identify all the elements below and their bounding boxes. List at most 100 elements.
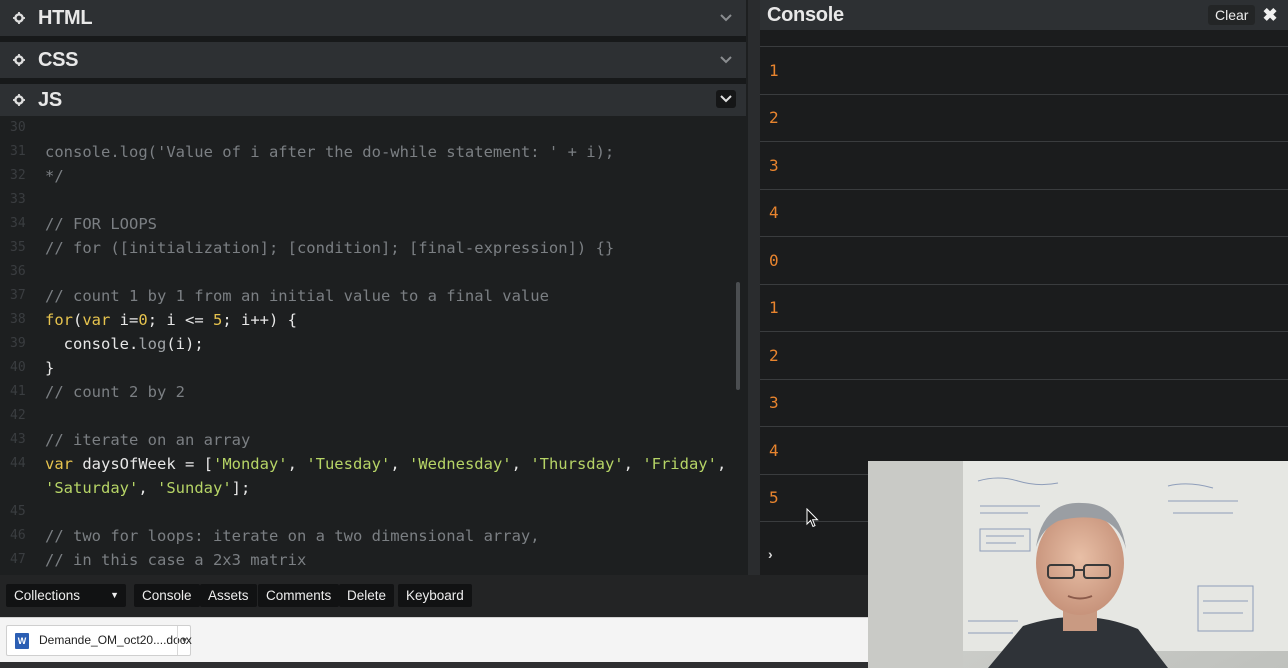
download-item[interactable]: W Demande_OM_oct20....docx ▼ — [6, 625, 192, 656]
code-text: var daysOfWeek = ['Monday', 'Tuesday', '… — [45, 452, 726, 476]
console-prompt[interactable]: › — [768, 546, 773, 562]
line-number: 38 — [10, 312, 26, 327]
code-token: ; i <= — [147, 311, 214, 329]
code-token: */ — [45, 167, 64, 185]
bottom-toolbar: Collections ▼ Console Assets Comments De… — [0, 575, 868, 617]
mouse-pointer-icon — [806, 508, 819, 528]
code-token: 'Friday' — [642, 455, 717, 473]
collections-label: Collections — [14, 588, 81, 603]
chevron-down-icon[interactable] — [716, 51, 736, 69]
code-line[interactable]: 41 // count 2 by 2 — [0, 380, 746, 404]
code-token: i= — [110, 311, 139, 329]
panel-title: CSS — [38, 48, 79, 71]
line-number: 42 — [10, 408, 26, 423]
code-token: 'Sunday' — [157, 479, 232, 497]
code-line[interactable]: 47 // in this case a 2x3 matrix — [0, 548, 746, 572]
line-number: 43 — [10, 432, 26, 447]
line-number: 41 — [10, 384, 26, 399]
code-line[interactable]: 'Saturday', 'Sunday']; — [0, 476, 746, 500]
code-token: 'Tuesday' — [306, 455, 391, 473]
js-panel-header[interactable]: JS — [0, 84, 746, 116]
code-token: (i); — [166, 335, 204, 353]
code-line[interactable]: 38 for(var i=0; i <= 5; i++) { — [0, 308, 746, 332]
code-text: // for ([initialization]; [condition]; [… — [45, 236, 614, 260]
code-text: for(var i=0; i <= 5; i++) { — [45, 308, 297, 332]
code-token: daysOfWeek = [ — [73, 455, 213, 473]
line-number: 44 — [10, 456, 26, 471]
line-number: 45 — [10, 504, 26, 519]
panel-title: JS — [38, 88, 62, 111]
code-line[interactable]: 42 — [0, 404, 746, 428]
resize-handle[interactable] — [748, 0, 760, 575]
console-output-value: 0 — [769, 250, 779, 270]
code-token: // in this case a 2x3 matrix — [45, 551, 307, 569]
editor-scrollbar[interactable] — [736, 282, 740, 390]
word-document-icon: W — [15, 633, 29, 649]
comments-button[interactable]: Comments — [258, 584, 340, 607]
code-line[interactable]: 36 — [0, 260, 746, 284]
console-output-row: 1 — [760, 284, 1288, 332]
code-text: console.log('Value of i after the do-whi… — [45, 140, 614, 164]
code-token: 5 — [213, 311, 223, 329]
assets-button[interactable]: Assets — [200, 584, 257, 607]
console-title: Console — [767, 4, 844, 26]
delete-button[interactable]: Delete — [339, 584, 395, 607]
code-text: 'Saturday', 'Sunday']; — [45, 476, 250, 500]
code-line[interactable]: 31 console.log('Value of i after the do-w… — [0, 140, 746, 164]
console-output-row: 1 — [760, 47, 1288, 95]
caret-down-icon[interactable]: ▼ — [177, 626, 191, 655]
code-line[interactable]: 37 // count 1 by 1 from an initial value … — [0, 284, 746, 308]
code-line[interactable]: 32 */ — [0, 164, 746, 188]
code-line[interactable]: 40} — [0, 356, 746, 380]
code-text: console.log(i); — [45, 332, 204, 356]
console-button[interactable]: Console — [134, 584, 200, 607]
code-line[interactable]: 34 // FOR LOOPS — [0, 212, 746, 236]
code-token: 'Thursday' — [530, 455, 624, 473]
close-icon[interactable]: ✖ — [1260, 4, 1280, 26]
collections-dropdown[interactable]: Collections ▼ — [6, 584, 126, 607]
line-number: 37 — [10, 288, 26, 303]
code-line[interactable]: 39 console.log(i); — [0, 332, 746, 356]
code-text: // FOR LOOPS — [45, 212, 157, 236]
code-line[interactable]: 44 var daysOfWeek = ['Monday', 'Tuesday',… — [0, 452, 746, 476]
code-line[interactable]: 33 — [0, 188, 746, 212]
chevron-down-icon[interactable] — [716, 9, 736, 27]
code-line[interactable]: 45 — [0, 500, 746, 524]
gear-icon[interactable] — [12, 53, 26, 67]
line-number: 30 — [10, 120, 26, 135]
line-number: 40 — [10, 360, 26, 375]
code-line[interactable]: 35 // for ([initialization]; [condition];… — [0, 236, 746, 260]
console-output-row: 2 — [760, 332, 1288, 380]
chevron-down-icon[interactable] — [716, 90, 736, 108]
line-number: 32 — [10, 168, 26, 183]
js-code-editor[interactable]: 30 31 console.log('Value of i after the do… — [0, 116, 746, 575]
gear-icon[interactable] — [12, 93, 26, 107]
codepen-window: HTML CSS JS 30 31 console.log('Value of … — [0, 0, 1288, 668]
webcam-video — [868, 461, 1288, 668]
console-header: Console Clear ✖ — [760, 0, 1288, 30]
code-token: , — [511, 455, 531, 473]
gear-icon[interactable] — [12, 11, 26, 25]
keyboard-button[interactable]: Keyboard — [398, 584, 472, 607]
console-output-value: 2 — [769, 108, 779, 127]
clear-button[interactable]: Clear — [1208, 5, 1256, 25]
code-token: console.log('Value of i after the do-whi… — [45, 143, 615, 161]
code-token: 'Monday' — [212, 455, 288, 473]
code-line[interactable]: 43 // iterate on an array — [0, 428, 746, 452]
code-token: // count 2 by 2 — [45, 383, 185, 401]
code-token: console. — [45, 335, 139, 353]
code-token: , — [716, 455, 727, 473]
code-line[interactable]: 30 — [0, 116, 746, 140]
line-number: 31 — [10, 144, 26, 159]
code-token: // for ([initialization]; [condition]; [… — [45, 239, 615, 257]
code-line[interactable]: 46 // two for loops: iterate on a two dim… — [0, 524, 746, 548]
css-panel-header[interactable]: CSS — [0, 42, 746, 78]
caret-down-icon: ▼ — [110, 590, 119, 600]
code-token: log — [138, 335, 167, 353]
code-token: // iterate on an array — [45, 431, 251, 449]
html-panel-header[interactable]: HTML — [0, 0, 746, 36]
console-output-value: 4 — [769, 440, 779, 460]
console-output-row: 2 — [760, 94, 1288, 142]
console-output-value: 2 — [769, 345, 779, 365]
panel-title: HTML — [38, 6, 93, 29]
